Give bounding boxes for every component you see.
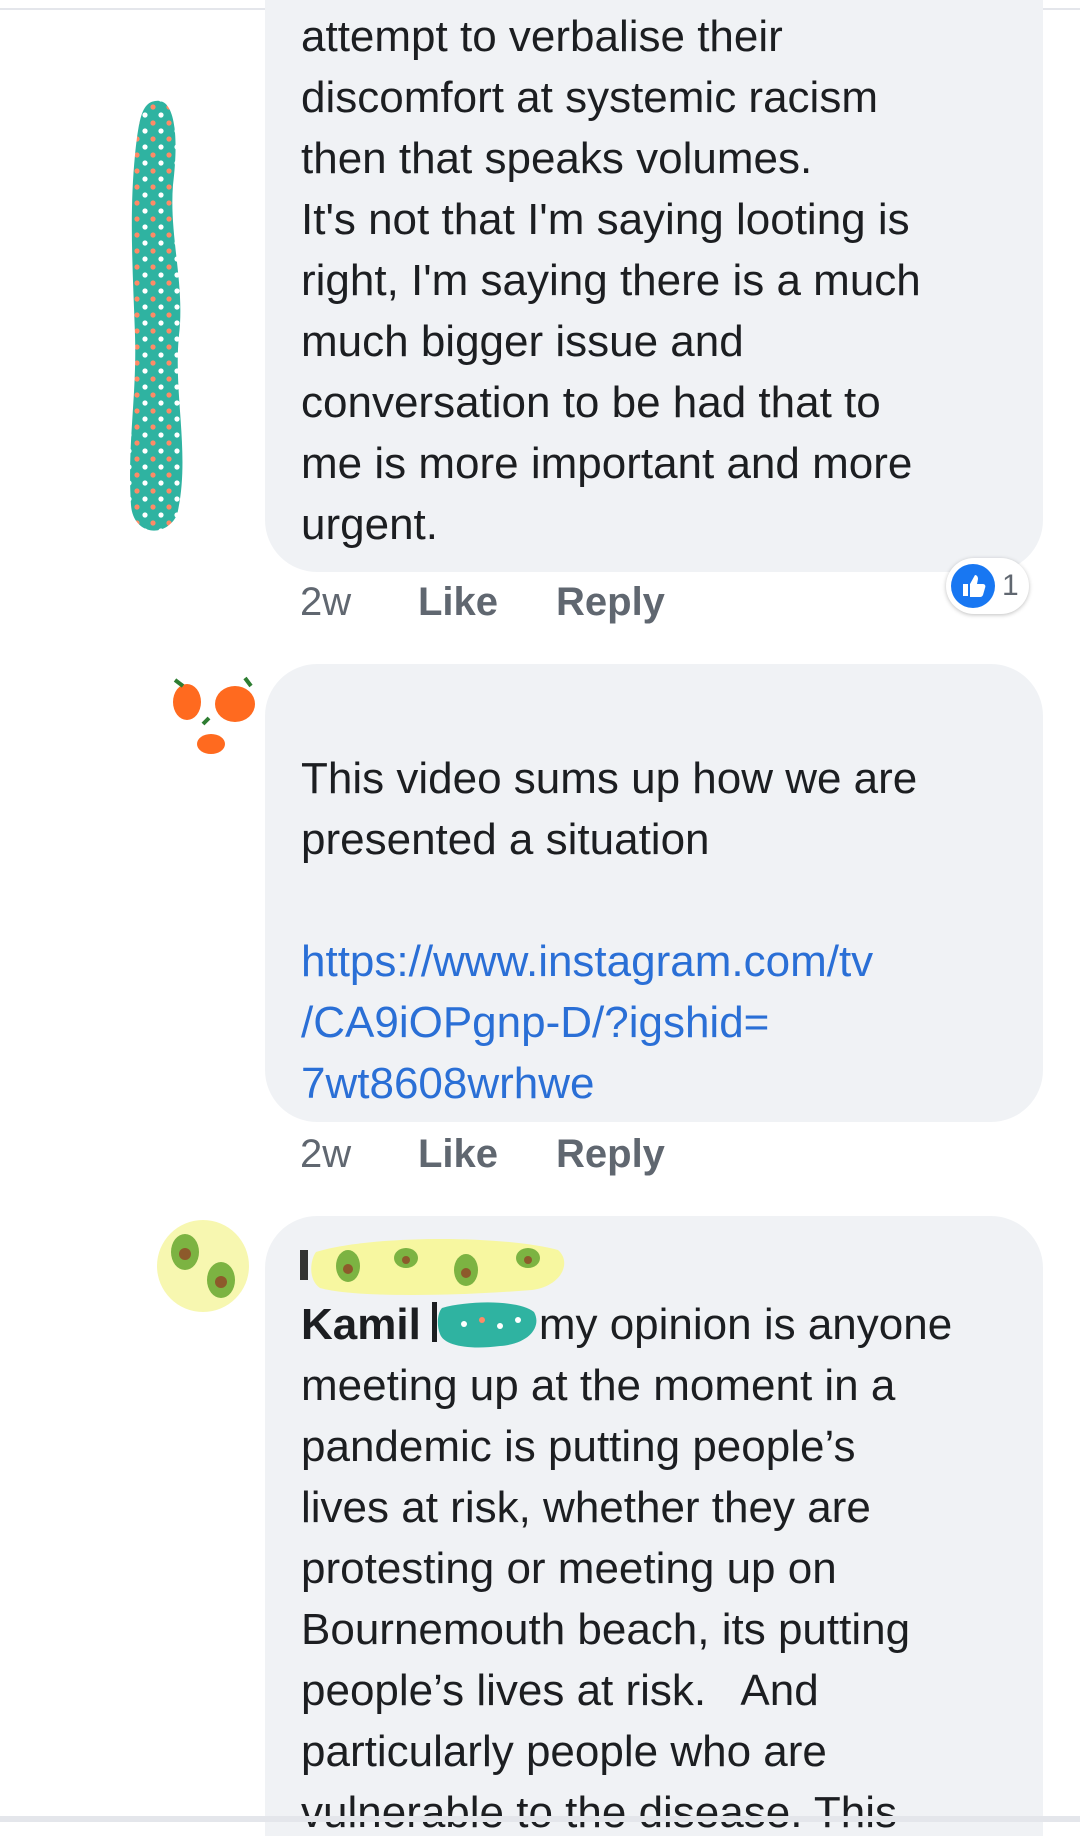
comment-text: Kamil my opinion is anyone meeting up at … [301,1294,1019,1836]
reply-button[interactable]: Reply [556,1132,665,1177]
comment-bubble: Kamil my opinion is anyone meeting up at … [265,1216,1043,1836]
comment-body: my opinion is anyone meeting up at the m… [301,1300,953,1836]
comment-text: attempt to verbalise their discomfort at… [301,12,921,549]
comment-bubble: attempt to verbalise their discomfort at… [265,0,1043,572]
reply-button[interactable]: Reply [556,580,665,625]
comment-bubble: This video sums up how we are presented … [265,664,1043,1122]
comment-timestamp[interactable]: 2w [300,1132,418,1177]
like-button[interactable]: Like [418,1132,556,1177]
comment-text: This video sums up how we are presented … [301,754,918,864]
mention-name[interactable]: Kamil [301,1300,421,1349]
comment-timestamp[interactable]: 2w [300,580,418,625]
comment-actions: 2w Like Reply [300,572,665,632]
reaction-badge[interactable]: 1 [946,558,1029,614]
reaction-count: 1 [1002,569,1019,602]
redaction-surname-teal [432,1302,537,1348]
redaction-name-avocado [300,1238,565,1295]
comment-actions: 2w Like Reply [300,1124,665,1184]
commenter-avatar[interactable] [155,1218,251,1314]
like-button[interactable]: Like [418,580,556,625]
instagram-link[interactable]: https://www.instagram.com/tv /CA9iOPgnp-… [301,931,1019,1114]
commenter-avatar[interactable] [165,664,261,760]
bottom-divider [0,1816,1080,1822]
thumbs-up-icon [951,564,995,608]
redaction-scribble-teal [130,100,183,531]
